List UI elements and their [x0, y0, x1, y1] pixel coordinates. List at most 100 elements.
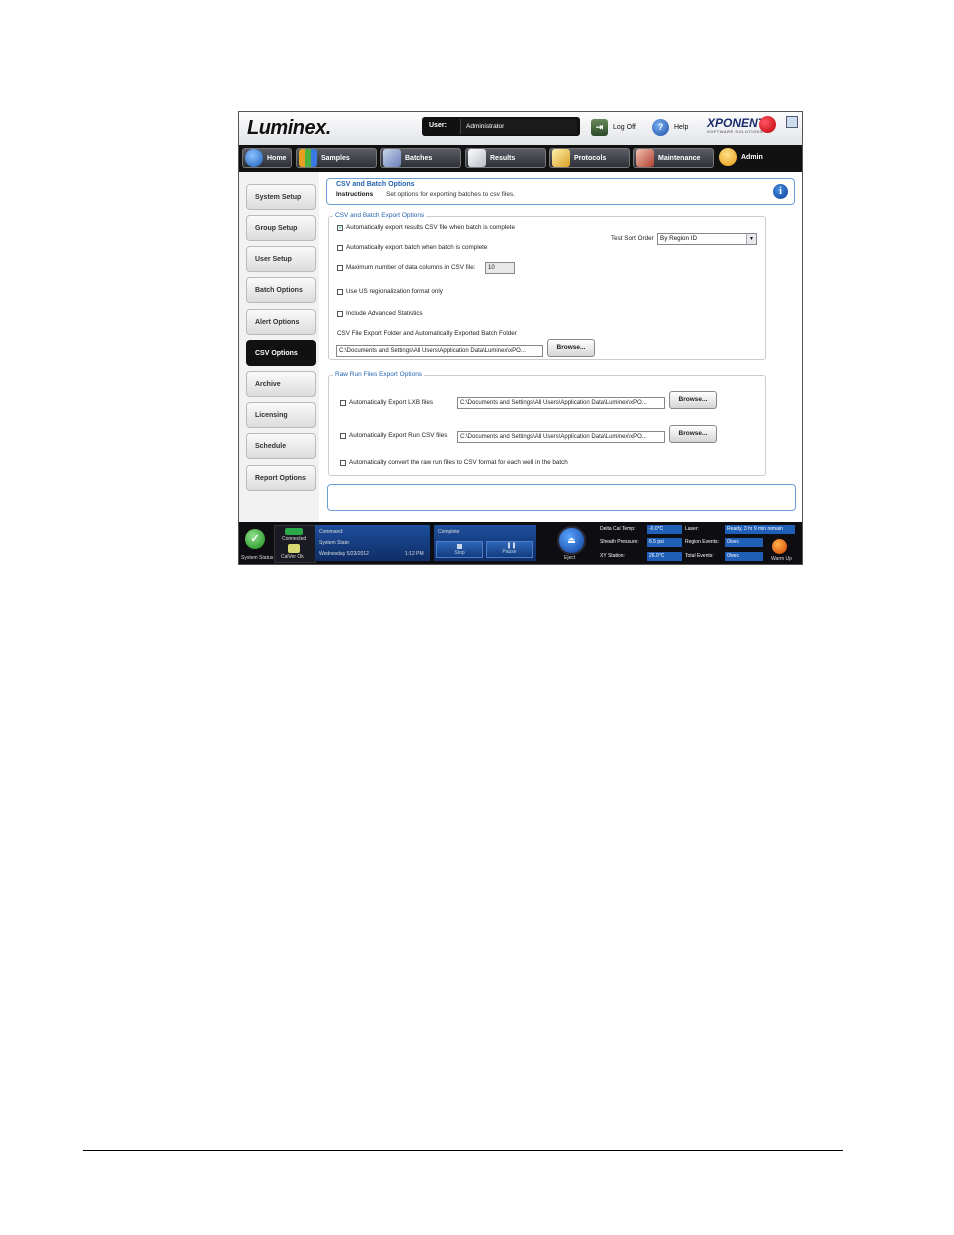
sidebar-item-licensing[interactable]: Licensing — [246, 402, 316, 428]
checkbox-icon — [337, 264, 343, 271]
sidebar-item-csv-options[interactable]: CSV Options — [246, 340, 316, 366]
tab-label: Protocols — [574, 154, 607, 162]
max-columns-input[interactable]: 10 — [485, 262, 515, 274]
system-status-button[interactable]: ✓ — [245, 529, 265, 549]
total-events-value: 0/sec — [725, 552, 763, 561]
connected-label: Connected — [282, 536, 307, 542]
home-icon — [245, 149, 263, 167]
info-icon[interactable]: i — [773, 184, 788, 199]
checkbox-icon — [337, 288, 343, 295]
checkbox-label: Include Advanced Statistics — [346, 310, 423, 317]
checkbox-icon — [340, 399, 346, 406]
export-run-csv-checkbox[interactable]: Automatically Export Run CSV files — [340, 432, 447, 439]
window-menu-icon[interactable] — [786, 116, 798, 128]
auto-csv-checkbox[interactable]: ✓ Automatically export results CSV file w… — [337, 224, 515, 231]
run-panel: Complete Stop ❚❚ Pause — [434, 525, 536, 561]
export-folder-browse-button[interactable]: Browse... — [547, 339, 595, 357]
main-nav: Home Samples Batches Results Protocols M… — [239, 145, 802, 172]
user-label: User: — [429, 122, 447, 129]
checkbox-label: Automatically convert the raw run files … — [349, 459, 568, 466]
help-button[interactable]: ? Help — [652, 118, 688, 136]
instructions-box: CSV and Batch Options Instructions Set o… — [326, 178, 795, 205]
page-title: CSV and Batch Options — [336, 181, 415, 188]
tab-label: Maintenance — [658, 154, 701, 162]
sidebar-item-system-setup[interactable]: System Setup — [246, 184, 316, 210]
luminex-logo: Luminex. — [247, 117, 331, 139]
delta-cal-label: Delta Cal Temp: — [600, 526, 636, 532]
tab-home[interactable]: Home — [242, 148, 292, 168]
pause-button[interactable]: ❚❚ Pause — [486, 541, 533, 558]
user-box: User: Administrator — [422, 117, 580, 136]
checkbox-label: Automatically Export Run CSV files — [349, 432, 448, 439]
checkbox-label: Automatically Export LXB files — [349, 399, 433, 406]
stop-label: Stop — [454, 550, 465, 556]
checkbox-icon — [337, 244, 343, 251]
logoff-button[interactable]: ⇥ Log Off — [591, 118, 636, 136]
tab-label: Samples — [321, 154, 350, 162]
chevron-down-icon: ▾ — [746, 234, 756, 244]
warm-up-button[interactable] — [772, 539, 787, 554]
user-value: Administrator — [466, 123, 505, 130]
xy-station-value: 26.0°C — [647, 552, 682, 561]
max-columns-checkbox[interactable]: Maximum number of data columns in CSV fi… — [337, 264, 476, 271]
sidebar-item-report-options[interactable]: Report Options — [246, 465, 316, 491]
samples-icon — [299, 149, 317, 167]
export-folder-input[interactable]: C:\Documents and Settings\All Users\Appl… — [336, 345, 543, 357]
main-panel: CSV and Batch Options Instructions Set o… — [319, 172, 802, 522]
stop-button[interactable]: Stop — [436, 541, 483, 558]
group-legend: CSV and Batch Export Options — [333, 212, 427, 219]
maintenance-icon — [636, 149, 654, 167]
sort-order-select[interactable]: By Region ID ▾ — [657, 233, 757, 245]
sheath-pressure-value: 6.5 psi — [647, 538, 682, 547]
run-csv-path-input[interactable]: C:\Documents and Settings\All Users\Appl… — [457, 431, 665, 443]
instructions-text: Set options for exporting batches to csv… — [386, 191, 515, 198]
sidebar-item-batch-options[interactable]: Batch Options — [246, 277, 316, 303]
tab-samples[interactable]: Samples — [296, 148, 377, 168]
xy-station-label: XY Station: — [600, 553, 625, 559]
sidebar-item-group-setup[interactable]: Group Setup — [246, 215, 316, 241]
command-panel: Command: System State: Wednesday 5/23/20… — [315, 525, 430, 561]
auto-batch-checkbox[interactable]: Automatically export batch when batch is… — [337, 244, 487, 251]
run-state-text: Complete — [438, 529, 460, 535]
checkmark-icon: ✓ — [250, 533, 260, 545]
warm-up-label: Warm Up — [771, 556, 792, 562]
tab-label: Batches — [405, 154, 433, 162]
sort-order-label: Test Sort Order — [611, 235, 654, 242]
tab-results[interactable]: Results — [465, 148, 546, 168]
user-field: Administrator — [460, 119, 577, 134]
help-icon: ? — [652, 118, 669, 136]
tab-batches[interactable]: Batches — [380, 148, 461, 168]
sidebar-item-archive[interactable]: Archive — [246, 371, 316, 397]
system-status-label: System Status — [241, 555, 274, 561]
convert-raw-checkbox[interactable]: Automatically convert the raw run files … — [340, 459, 568, 466]
export-folder-label: CSV File Export Folder and Automatically… — [337, 330, 517, 337]
region-events-label: Region Events: — [685, 539, 719, 545]
eject-icon: ⏏ — [567, 535, 576, 545]
laser-label: Laser: — [685, 526, 699, 532]
advanced-stats-checkbox[interactable]: Include Advanced Statistics — [337, 310, 423, 317]
us-regionalization-checkbox[interactable]: Use US regionalization format only — [337, 288, 443, 295]
tab-maintenance[interactable]: Maintenance — [633, 148, 714, 168]
status-orb-icon — [759, 116, 776, 133]
region-events-value: 0/sec — [725, 538, 763, 547]
instructions-label: Instructions — [336, 191, 374, 198]
export-lxb-checkbox[interactable]: Automatically Export LXB files — [340, 399, 433, 406]
header-bar: Luminex. User: Administrator ⇥ Log Off ?… — [239, 112, 802, 145]
admin-icon — [719, 148, 737, 166]
delta-cal-value: -0.0°C — [647, 525, 682, 534]
raw-run-files-group: Raw Run Files Export Options Automatical… — [328, 371, 766, 476]
connected-icon — [285, 528, 303, 535]
checkbox-icon — [337, 310, 343, 317]
sidebar-item-schedule[interactable]: Schedule — [246, 433, 316, 459]
eject-label: Eject — [564, 555, 576, 561]
sidebar-item-alert-options[interactable]: Alert Options — [246, 309, 316, 335]
sidebar-item-user-setup[interactable]: User Setup — [246, 246, 316, 272]
lxb-path-input[interactable]: C:\Documents and Settings\All Users\Appl… — [457, 397, 665, 409]
eject-button[interactable]: ⏏ — [557, 526, 586, 555]
tab-admin[interactable]: Admin — [717, 147, 799, 167]
laser-value: Ready, 3 hr 9 min remain — [725, 525, 795, 534]
run-csv-browse-button[interactable]: Browse... — [669, 425, 717, 443]
lxb-browse-button[interactable]: Browse... — [669, 391, 717, 409]
results-icon — [468, 149, 486, 167]
tab-protocols[interactable]: Protocols — [549, 148, 630, 168]
